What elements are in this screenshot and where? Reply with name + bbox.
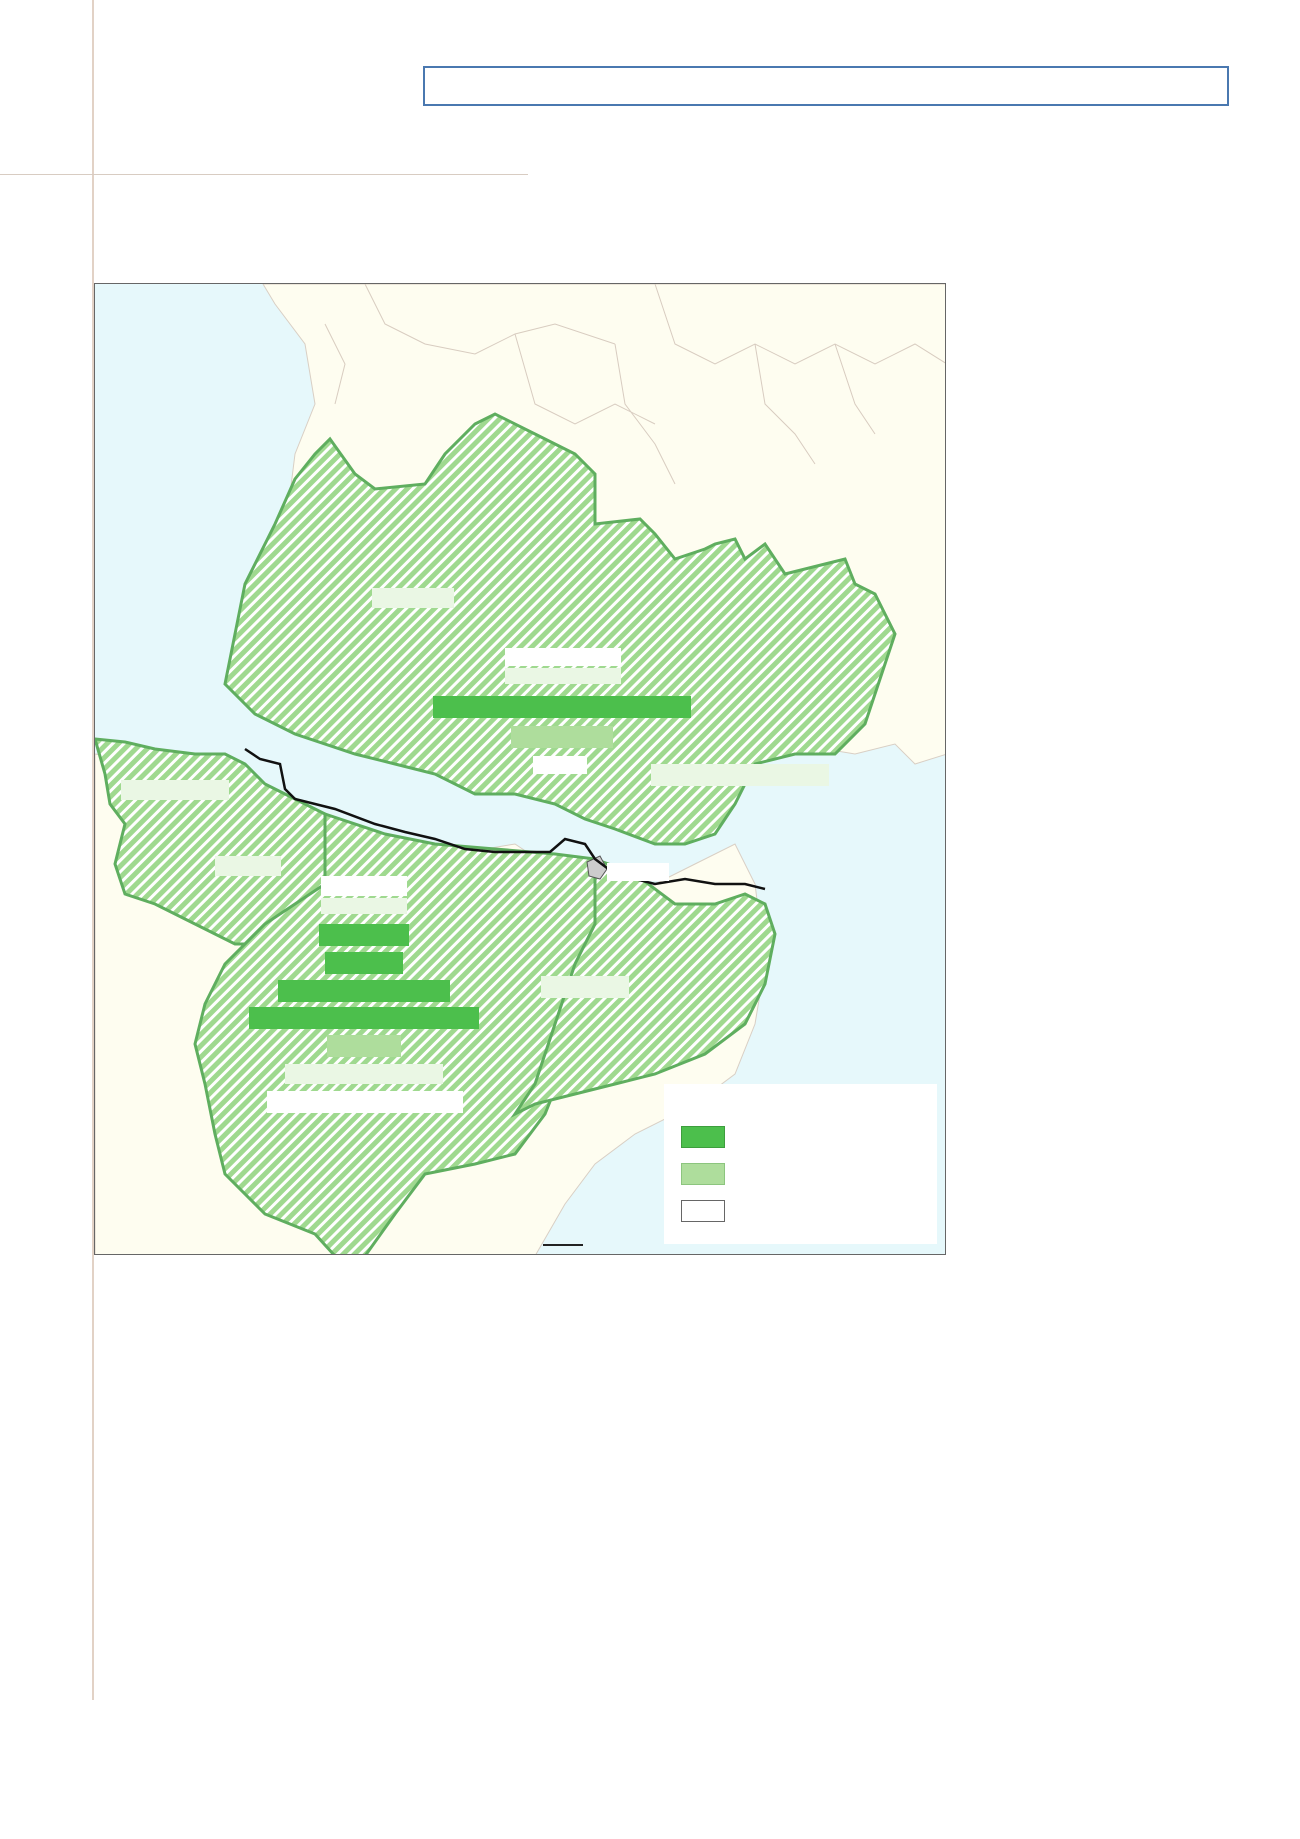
label-teruel-2 [267,1091,463,1113]
label-huesca-2 [321,898,407,914]
label-toulouse-main [433,696,691,718]
map-legend [664,1084,937,1244]
label-aragon-3 [278,980,450,1002]
label-andorra [607,863,669,881]
label-huesca-1 [321,876,407,896]
label-dordogne [505,648,621,666]
page-title-box [423,66,1229,106]
label-toulouse-sub [511,726,613,748]
label-lot-garonne [505,668,621,684]
label-gipuzkoa [121,780,229,800]
label-aragon-4 [249,1007,479,1029]
label-tarn [533,756,587,774]
map-frame [94,283,946,1255]
page-header-rule [0,174,528,175]
label-navarra [215,856,281,876]
label-herault [651,764,829,786]
label-aragon-2 [325,952,403,974]
scale-bar [543,1244,583,1246]
legend-swatch-low [681,1200,725,1222]
label-aragon-5 [327,1035,401,1057]
label-teruel-1 [285,1064,443,1084]
label-catalunya [541,976,629,998]
legend-swatch-high [681,1126,725,1148]
label-aragon-1 [319,924,409,946]
label-gironde [372,588,454,608]
legend-swatch-mid [681,1163,725,1185]
